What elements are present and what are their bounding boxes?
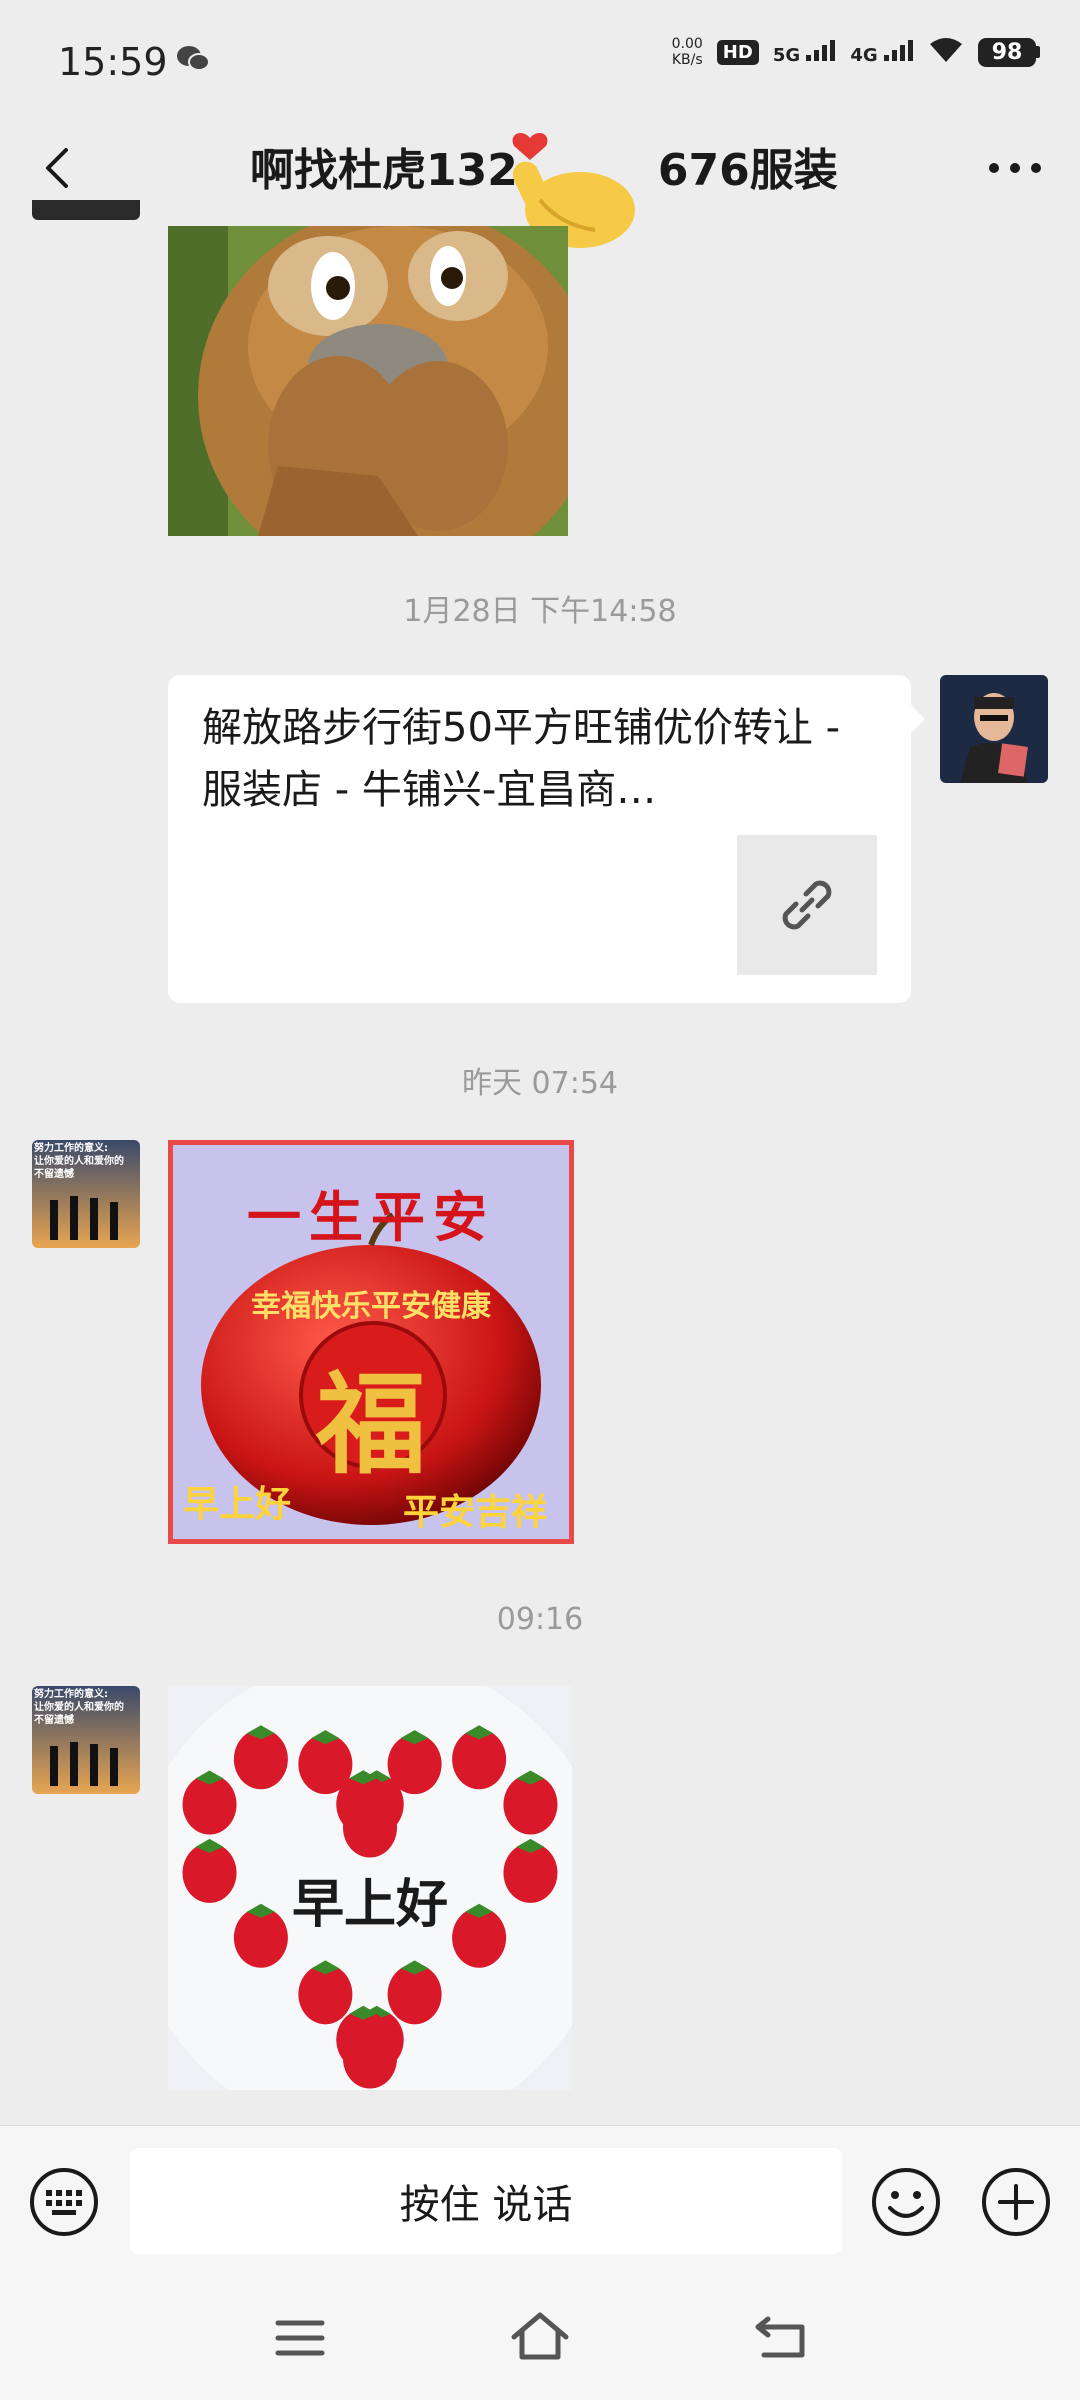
input-bar: 按住 说话 bbox=[0, 2125, 1080, 2276]
keyboard-icon bbox=[30, 2168, 98, 2236]
signal-4g: 4G bbox=[850, 39, 914, 66]
more-button[interactable] bbox=[980, 138, 1050, 198]
link-thumbnail bbox=[737, 835, 877, 975]
avatar[interactable] bbox=[32, 200, 140, 220]
hd-badge: HD bbox=[716, 39, 759, 65]
chat-header: 啊找杜虎132 676服装 bbox=[0, 120, 1080, 248]
more-functions-button[interactable] bbox=[980, 2166, 1052, 2238]
status-indicators: 0.00 KB/s HD 5G 4G 98 bbox=[672, 36, 1040, 68]
back-arrow-icon bbox=[755, 2316, 805, 2358]
keyboard-toggle-button[interactable] bbox=[28, 2166, 100, 2238]
network-speed: 0.00 KB/s bbox=[671, 36, 703, 68]
home-icon bbox=[511, 2312, 569, 2360]
plus-icon bbox=[982, 2168, 1050, 2236]
wifi-icon bbox=[928, 36, 964, 68]
blessing-bottom-left: 早上好 bbox=[183, 1484, 292, 1525]
blessing-image[interactable]: 一生平安 幸福快乐平安健康 福 早上好 平安吉祥 bbox=[168, 1140, 574, 1544]
blessing-bottom-right: 平安吉祥 bbox=[402, 1492, 547, 1533]
link-message-card[interactable]: 解放路步行街50平方旺铺优价转让 - 服装店 - 牛铺兴-宜昌商… bbox=[168, 675, 925, 1003]
status-time: 15:59 bbox=[58, 40, 168, 84]
contact-avatar[interactable]: 努力工作的意义: 让你爱的人和爱你的 不留遗憾 bbox=[32, 1140, 140, 1248]
battery-icon: 98 bbox=[978, 37, 1040, 67]
bear-sticker-image[interactable] bbox=[168, 226, 568, 536]
home-button[interactable] bbox=[508, 2309, 572, 2369]
back-button[interactable] bbox=[30, 138, 90, 198]
wechat-notification-icon bbox=[176, 44, 210, 78]
link-title: 解放路步行街50平方旺铺优价转让 - 服装店 - 牛铺兴-宜昌商… bbox=[202, 705, 841, 813]
timestamp: 昨天 07:54 bbox=[462, 1066, 618, 1101]
blessing-top-text: 一生平安 bbox=[247, 1185, 495, 1249]
system-navigation-bar bbox=[0, 2275, 1080, 2400]
timestamp: 1月28日 下午14:58 bbox=[403, 594, 677, 629]
blessing-middle-text: 幸福快乐平安健康 bbox=[251, 1289, 491, 1324]
emoji-icon bbox=[872, 2168, 940, 2236]
hold-to-talk-button[interactable]: 按住 说话 bbox=[130, 2148, 842, 2254]
timestamp: 09:16 bbox=[496, 1602, 584, 1637]
menu-icon bbox=[275, 2320, 325, 2356]
signal-5g: 5G bbox=[773, 39, 837, 66]
link-icon bbox=[782, 880, 832, 930]
chevron-left-icon bbox=[46, 148, 68, 188]
my-avatar[interactable] bbox=[940, 675, 1048, 783]
contact-avatar[interactable]: 努力工作的意义: 让你爱的人和爱你的 不留遗憾 bbox=[32, 1686, 140, 1794]
strawberry-heart-image[interactable]: 早上好 bbox=[168, 1686, 572, 2090]
strawberry-text: 早上好 bbox=[291, 1875, 448, 1935]
message-list[interactable]: 1月28日 下午14:58 解放路步行街50平方旺铺优价转让 - 服装店 - 牛… bbox=[0, 200, 1080, 2120]
system-back-button[interactable] bbox=[752, 2311, 812, 2367]
recent-apps-button[interactable] bbox=[270, 2313, 330, 2367]
emoji-button[interactable] bbox=[870, 2166, 942, 2238]
status-bar: 15:59 0.00 KB/s HD 5G 4G 98 bbox=[0, 0, 1080, 120]
more-dots-icon bbox=[989, 163, 1041, 173]
blessing-center-text: 福 bbox=[316, 1360, 426, 1489]
